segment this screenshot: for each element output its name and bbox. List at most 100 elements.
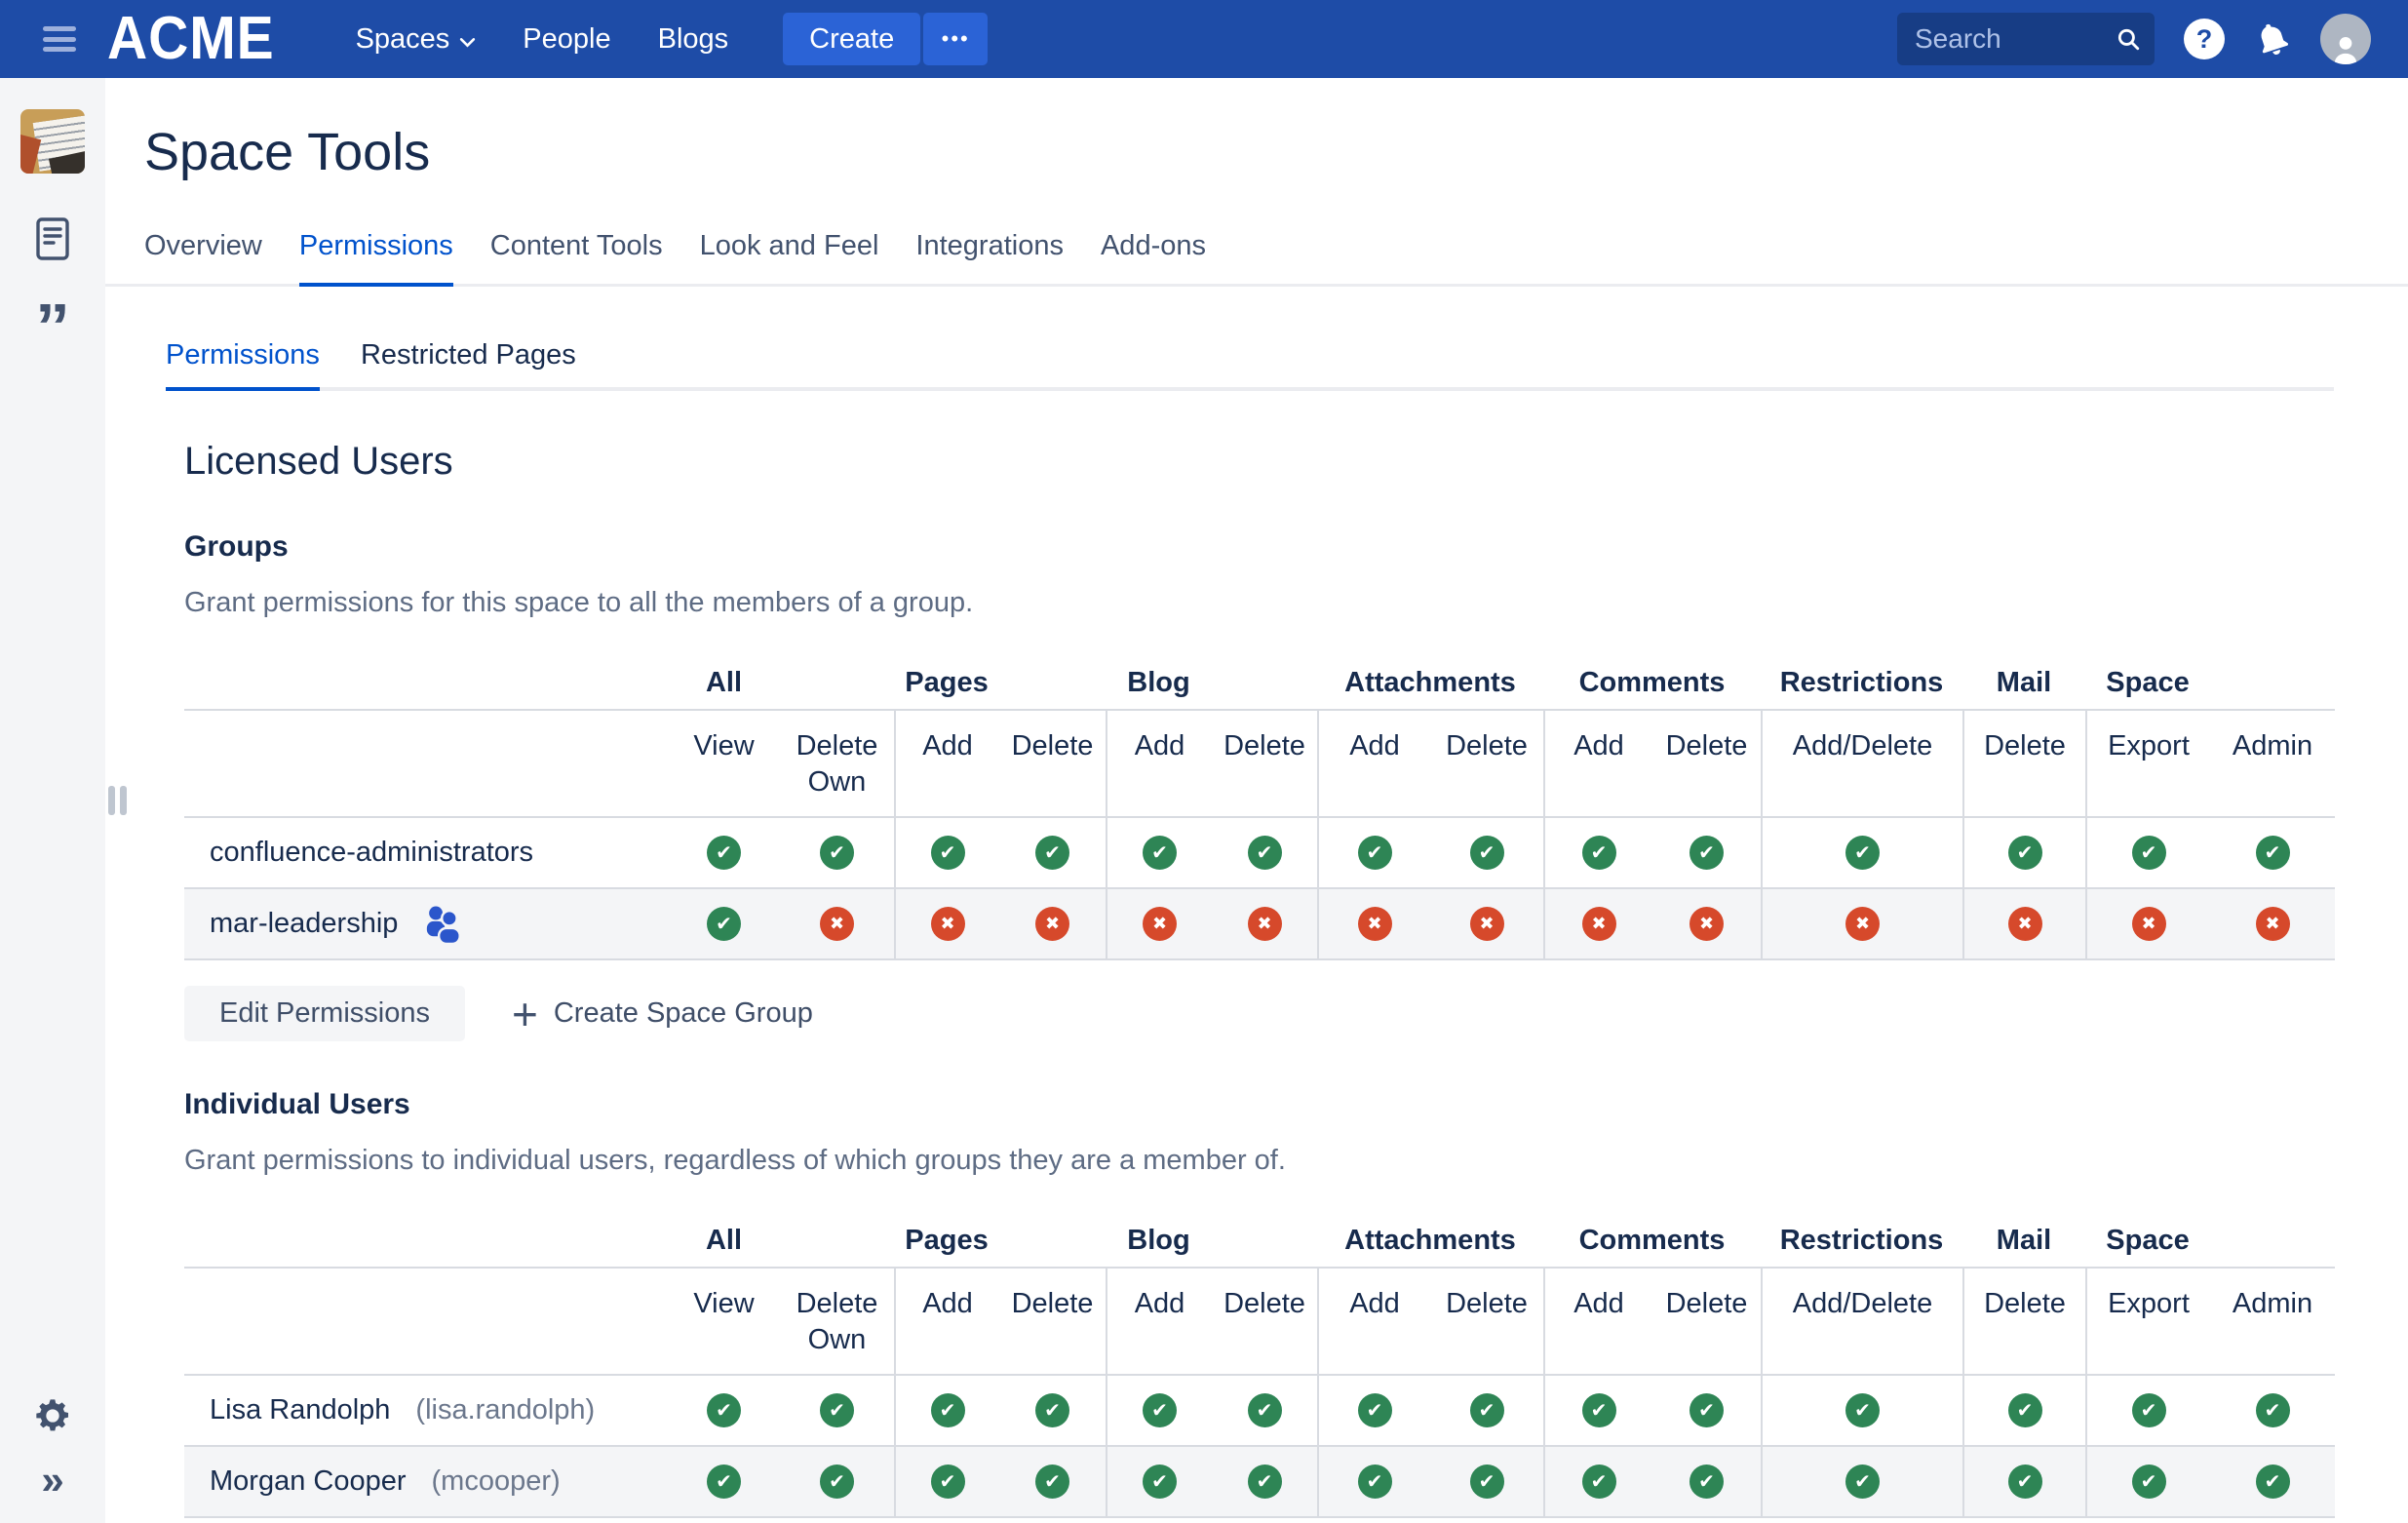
navbar-right-group: ?: [1897, 13, 2408, 65]
column-header-blog-add: Add: [1106, 711, 1212, 816]
column-header-all-delete-own: Delete Own: [780, 1269, 894, 1374]
permission-cell: ✖: [1106, 889, 1212, 958]
permission-granted-icon: ✔: [1248, 836, 1282, 870]
permission-cell: ✔: [1543, 1376, 1652, 1445]
nav-item-spaces[interactable]: Spaces: [356, 23, 477, 56]
permission-cell: ✔: [668, 818, 780, 887]
user-name: Lisa Randolph: [210, 1394, 390, 1426]
permission-granted-icon: ✔: [1470, 1464, 1504, 1499]
column-group-label-restrictions: Restrictions: [1761, 1214, 1962, 1267]
permission-cell: ✔: [999, 1447, 1106, 1516]
permission-cell: ✔: [1212, 1447, 1317, 1516]
group-members-icon: [423, 905, 462, 944]
column-header-attachments-add: Add: [1317, 711, 1430, 816]
permission-granted-icon: ✔: [2132, 1393, 2166, 1427]
search-icon[interactable]: [2116, 26, 2141, 57]
permission-granted-icon: ✔: [2008, 836, 2042, 870]
space-settings-gear-icon[interactable]: [33, 1396, 72, 1435]
user-avatar[interactable]: [2320, 14, 2371, 64]
pages-nav-icon[interactable]: [35, 216, 70, 261]
column-header-all-view: View: [668, 711, 780, 816]
expand-sidebar-icon[interactable]: »: [41, 1463, 63, 1498]
permission-cell: ✔: [1430, 1376, 1543, 1445]
permission-cell: ✔: [668, 1376, 780, 1445]
space-tools-tabs: Overview Permissions Content Tools Look and…: [105, 230, 2408, 287]
permission-cell: ✔: [1430, 1447, 1543, 1516]
column-header-all-delete-own: Delete Own: [780, 711, 894, 816]
tab-overview[interactable]: Overview: [144, 230, 262, 284]
person-icon: [2329, 33, 2362, 64]
edit-permissions-button[interactable]: Edit Permissions: [184, 986, 465, 1041]
tab-integrations[interactable]: Integrations: [915, 230, 1064, 284]
permission-cell: ✔: [894, 818, 999, 887]
notifications-button[interactable]: [2254, 20, 2291, 58]
permission-cell: ✖: [2085, 889, 2210, 958]
permission-granted-icon: ✔: [1582, 1393, 1616, 1427]
permission-cell: ✔: [1106, 818, 1212, 887]
column-group-label-attachments: Attachments: [1317, 1214, 1543, 1267]
permission-granted-icon: ✔: [1143, 1464, 1177, 1499]
permissions-subtabs: Permissions Restricted Pages: [166, 339, 2334, 391]
permission-cell: ✔: [1652, 818, 1761, 887]
column-group-label-mail: Mail: [1962, 1214, 2085, 1267]
nav-item-blogs[interactable]: Blogs: [658, 23, 729, 56]
column-header-attachments-add: Add: [1317, 1269, 1430, 1374]
app-logo[interactable]: ACME: [107, 0, 275, 78]
groups-description: Grant permissions for this space to all …: [184, 587, 2408, 619]
space-logo[interactable]: [20, 109, 85, 174]
permission-granted-icon: ✔: [2256, 1464, 2290, 1499]
permission-granted-icon: ✔: [931, 1464, 965, 1499]
nav-item-people[interactable]: People: [523, 23, 610, 56]
permission-granted-icon: ✔: [1582, 836, 1616, 870]
user-username: (lisa.randolph): [415, 1394, 595, 1426]
permission-granted-icon: ✔: [1845, 1393, 1880, 1427]
user-name: Morgan Cooper: [210, 1465, 407, 1498]
permission-cell: ✔: [1761, 818, 1962, 887]
column-header-mail-delete: Delete: [1962, 1269, 2085, 1374]
help-button[interactable]: ?: [2184, 19, 2225, 59]
nav-item-label: Blogs: [658, 23, 729, 56]
column-header-pages-add: Add: [894, 1269, 999, 1374]
column-group-filler: [1212, 1214, 1317, 1267]
column-header-restrictions-add-delete: Add/Delete: [1761, 1269, 1962, 1374]
column-header-all-view: View: [668, 1269, 780, 1374]
permission-granted-icon: ✔: [1035, 1464, 1069, 1499]
menu-icon[interactable]: [43, 26, 76, 52]
permission-granted-icon: ✔: [2008, 1464, 2042, 1499]
create-space-group-button[interactable]: + Create Space Group: [512, 992, 813, 1036]
permission-denied-icon: ✖: [2132, 907, 2166, 941]
permission-granted-icon: ✔: [2008, 1393, 2042, 1427]
permission-granted-icon: ✔: [707, 1393, 741, 1427]
permission-granted-icon: ✔: [820, 1393, 854, 1427]
column-group-filler: [999, 656, 1106, 709]
column-group-label-mail: Mail: [1962, 656, 2085, 709]
user-name-cell: Lisa Randolph (lisa.randolph): [184, 1376, 668, 1445]
tab-permissions[interactable]: Permissions: [299, 230, 453, 284]
quote-icon[interactable]: ”: [35, 304, 70, 355]
tab-look-and-feel[interactable]: Look and Feel: [700, 230, 879, 284]
permission-denied-icon: ✖: [2256, 907, 2290, 941]
column-group-filler: [780, 656, 894, 709]
permission-cell: ✔: [1317, 1376, 1430, 1445]
tab-content-tools[interactable]: Content Tools: [490, 230, 663, 284]
more-button[interactable]: •••: [923, 13, 988, 65]
user-name-cell: Morgan Cooper(mcooper): [184, 1447, 668, 1516]
plus-icon: +: [512, 992, 538, 1036]
permission-denied-icon: ✖: [1358, 907, 1392, 941]
individual-users-description: Grant permissions to individual users, r…: [184, 1145, 2408, 1177]
page-title: Space Tools: [144, 121, 2408, 183]
column-group-label-attachments: Attachments: [1317, 656, 1543, 709]
subtab-permissions[interactable]: Permissions: [166, 339, 320, 387]
sidebar-resize-handle[interactable]: [108, 786, 127, 815]
groups-permissions-table: AllPagesBlogAttachmentsCommentsRestricti…: [184, 656, 2335, 960]
column-group-filler: [780, 1214, 894, 1267]
subtab-restricted-pages[interactable]: Restricted Pages: [361, 339, 576, 387]
create-button[interactable]: Create: [783, 13, 920, 65]
permission-cell: ✔: [2085, 818, 2210, 887]
permission-granted-icon: ✔: [707, 907, 741, 941]
permission-cell: ✔: [999, 818, 1106, 887]
tab-add-ons[interactable]: Add-ons: [1101, 230, 1206, 284]
column-header-mail-delete: Delete: [1962, 711, 2085, 816]
column-group-label-blog: Blog: [1106, 656, 1212, 709]
sidebar-bottom-group: »: [33, 1396, 72, 1498]
